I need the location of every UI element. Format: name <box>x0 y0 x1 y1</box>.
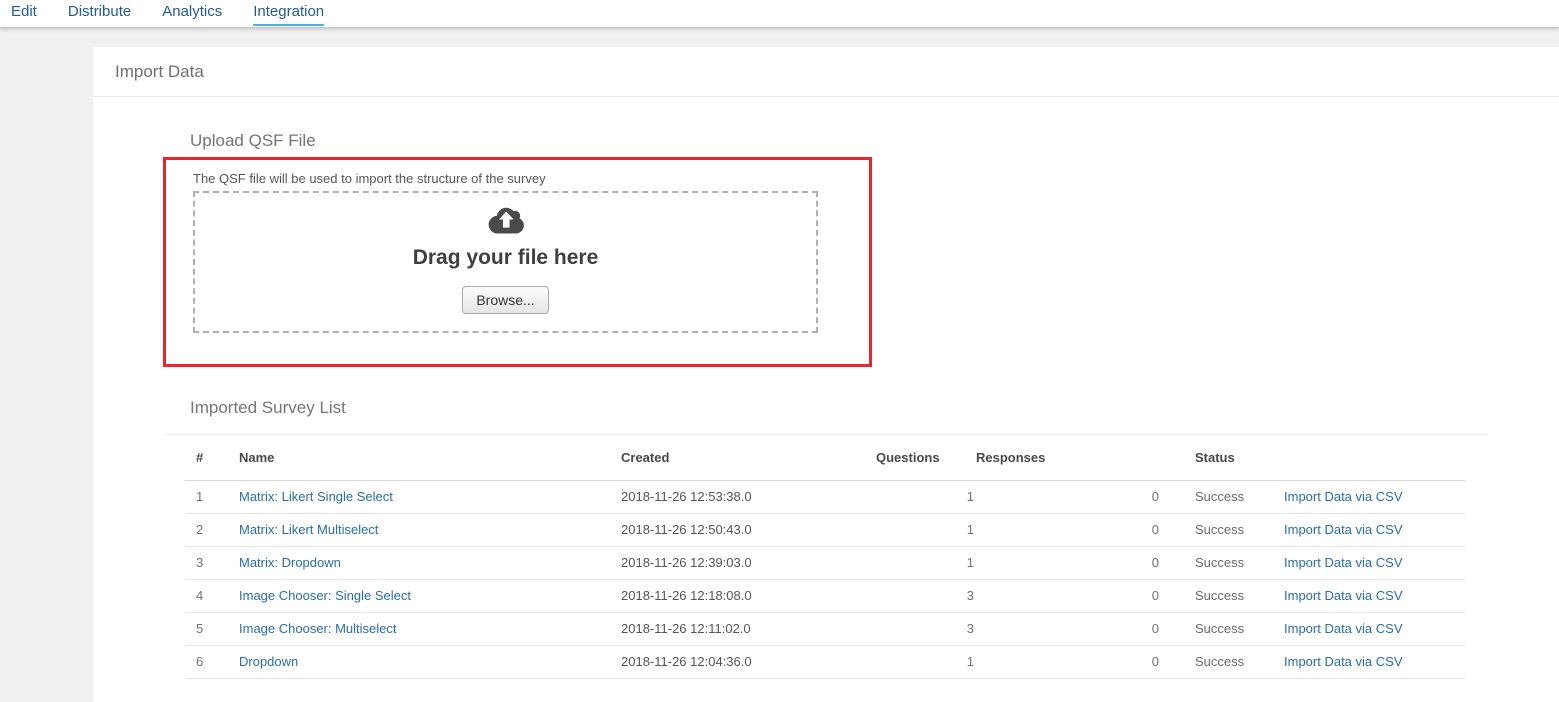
row-number: 2 <box>185 513 238 546</box>
responses-count: 0 <box>975 645 1160 678</box>
top-nav: Edit Distribute Analytics Integration <box>0 0 1559 28</box>
survey-name-link[interactable]: Matrix: Dropdown <box>239 555 341 570</box>
created-timestamp: 2018-11-26 12:50:43.0 <box>620 513 875 546</box>
status-label: Success <box>1160 480 1283 513</box>
upload-section-heading: Upload QSF File <box>190 131 1559 151</box>
import-csv-link[interactable]: Import Data via CSV <box>1284 522 1403 537</box>
table-row: 5 Image Chooser: Multiselect 2018-11-26 … <box>185 612 1465 645</box>
tab-analytics[interactable]: Analytics <box>162 2 222 26</box>
col-header-name: Name <box>238 435 620 480</box>
table-row: 1 Matrix: Likert Single Select 2018-11-2… <box>185 480 1465 513</box>
col-header-questions: Questions <box>875 435 975 480</box>
questions-count: 1 <box>875 480 975 513</box>
row-number: 3 <box>185 546 238 579</box>
col-header-created: Created <box>620 435 875 480</box>
import-csv-link[interactable]: Import Data via CSV <box>1284 489 1403 504</box>
status-label: Success <box>1160 645 1283 678</box>
questions-count: 1 <box>875 645 975 678</box>
panel-title-bar: Import Data <box>93 47 1559 97</box>
status-label: Success <box>1160 513 1283 546</box>
tab-edit[interactable]: Edit <box>11 2 37 26</box>
tab-integration[interactable]: Integration <box>253 2 324 26</box>
col-header-action <box>1283 435 1465 480</box>
annotation-highlight-box: The QSF file will be used to import the … <box>163 157 872 367</box>
file-dropzone[interactable]: Drag your file here Browse... <box>193 191 818 333</box>
upload-helper-text: The QSF file will be used to import the … <box>193 171 869 186</box>
table-row: 2 Matrix: Likert Multiselect 2018-11-26 … <box>185 513 1465 546</box>
created-timestamp: 2018-11-26 12:53:38.0 <box>620 480 875 513</box>
responses-count: 0 <box>975 480 1160 513</box>
import-csv-link[interactable]: Import Data via CSV <box>1284 588 1403 603</box>
questions-count: 1 <box>875 513 975 546</box>
created-timestamp: 2018-11-26 12:11:02.0 <box>620 612 875 645</box>
col-header-num: # <box>185 435 238 480</box>
col-header-status: Status <box>1160 435 1283 480</box>
table-header-row: # Name Created Questions Responses Statu… <box>185 435 1465 480</box>
row-number: 1 <box>185 480 238 513</box>
survey-list-heading: Imported Survey List <box>190 398 1559 418</box>
tab-distribute[interactable]: Distribute <box>68 2 131 26</box>
browse-button[interactable]: Browse... <box>462 286 548 314</box>
table-row: 6 Dropdown 2018-11-26 12:04:36.0 1 0 Suc… <box>185 645 1465 678</box>
responses-count: 0 <box>975 513 1160 546</box>
dropzone-label: Drag your file here <box>195 246 816 270</box>
created-timestamp: 2018-11-26 12:39:03.0 <box>620 546 875 579</box>
questions-count: 3 <box>875 579 975 612</box>
table-row: 3 Matrix: Dropdown 2018-11-26 12:39:03.0… <box>185 546 1465 579</box>
content-panel: Import Data Upload QSF File The QSF file… <box>93 47 1559 702</box>
cloud-upload-icon <box>482 204 529 243</box>
page-title: Import Data <box>115 62 204 82</box>
survey-name-link[interactable]: Dropdown <box>239 654 298 669</box>
row-number: 5 <box>185 612 238 645</box>
responses-count: 0 <box>975 579 1160 612</box>
survey-name-link[interactable]: Image Chooser: Multiselect <box>239 621 397 636</box>
row-number: 6 <box>185 645 238 678</box>
table-row: 4 Image Chooser: Single Select 2018-11-2… <box>185 579 1465 612</box>
import-csv-link[interactable]: Import Data via CSV <box>1284 621 1403 636</box>
responses-count: 0 <box>975 612 1160 645</box>
questions-count: 3 <box>875 612 975 645</box>
status-label: Success <box>1160 579 1283 612</box>
status-label: Success <box>1160 546 1283 579</box>
responses-count: 0 <box>975 546 1160 579</box>
survey-name-link[interactable]: Matrix: Likert Single Select <box>239 489 393 504</box>
created-timestamp: 2018-11-26 12:18:08.0 <box>620 579 875 612</box>
row-number: 4 <box>185 579 238 612</box>
survey-name-link[interactable]: Image Chooser: Single Select <box>239 588 411 603</box>
col-header-responses: Responses <box>975 435 1160 480</box>
questions-count: 1 <box>875 546 975 579</box>
survey-name-link[interactable]: Matrix: Likert Multiselect <box>239 522 378 537</box>
import-csv-link[interactable]: Import Data via CSV <box>1284 555 1403 570</box>
created-timestamp: 2018-11-26 12:04:36.0 <box>620 645 875 678</box>
status-label: Success <box>1160 612 1283 645</box>
imported-survey-table: # Name Created Questions Responses Statu… <box>185 435 1465 679</box>
import-csv-link[interactable]: Import Data via CSV <box>1284 654 1403 669</box>
